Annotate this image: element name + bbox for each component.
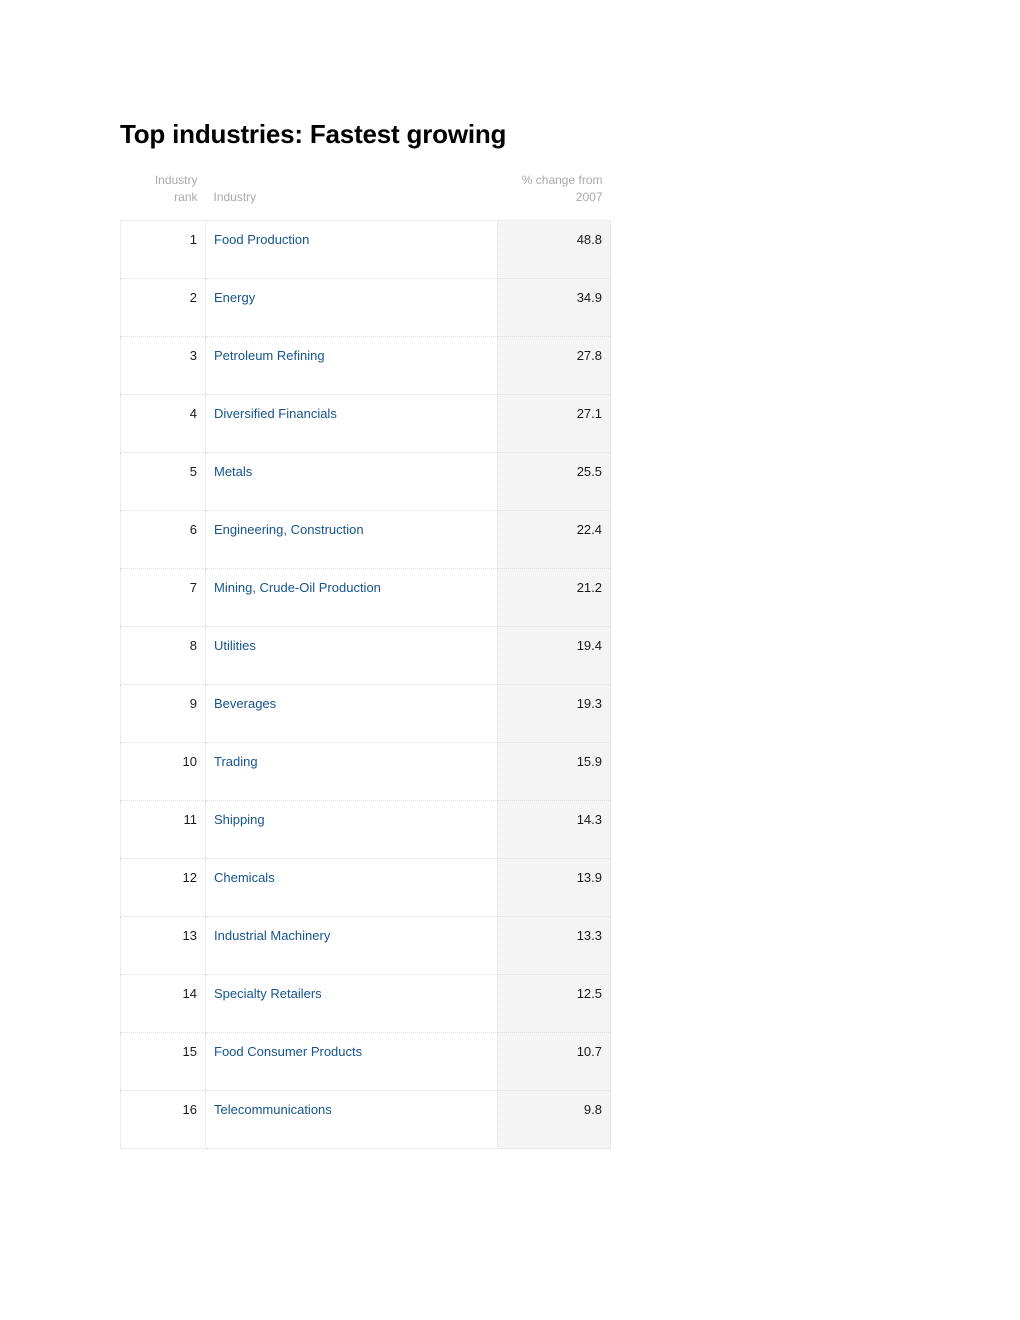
table-row: 7 Mining, Crude-Oil Production 21.2 [120, 568, 611, 627]
cell-percent-change: 15.9 [497, 742, 611, 801]
cell-percent-change: 14.3 [497, 800, 611, 859]
cell-percent-change: 12.5 [497, 974, 611, 1033]
cell-percent-change: 21.2 [497, 568, 611, 627]
cell-industry: Specialty Retailers [205, 974, 498, 1033]
cell-percent-change: 22.4 [497, 510, 611, 569]
industry-link[interactable]: Trading [214, 754, 258, 769]
industry-link[interactable]: Food Consumer Products [214, 1044, 362, 1059]
cell-industry-rank: 2 [120, 278, 206, 337]
cell-industry: Utilities [205, 626, 498, 685]
cell-industry: Diversified Financials [205, 394, 498, 453]
cell-industry-rank: 15 [120, 1032, 206, 1091]
column-header-percent-change: % change from 2007 [521, 173, 603, 204]
column-header-industry: Industry [213, 190, 257, 204]
industry-link[interactable]: Mining, Crude-Oil Production [214, 580, 381, 595]
cell-industry-rank: 11 [120, 800, 206, 859]
cell-industry-rank: 7 [120, 568, 206, 627]
industry-link[interactable]: Petroleum Refining [214, 348, 325, 363]
cell-industry-rank: 8 [120, 626, 206, 685]
table-row: 9 Beverages 19.3 [120, 684, 611, 743]
cell-percent-change: 19.4 [497, 626, 611, 685]
cell-industry-rank: 5 [120, 452, 206, 511]
table-row: 12 Chemicals 13.9 [120, 858, 611, 917]
cell-industry-rank: 16 [120, 1090, 206, 1149]
industry-link[interactable]: Specialty Retailers [214, 986, 322, 1001]
page-title: Top industries: Fastest growing [120, 119, 507, 149]
cell-percent-change: 19.3 [497, 684, 611, 743]
table-row: 1 Food Production 48.8 [120, 220, 611, 279]
content-container: Top industries: Fastest growing Industry… [120, 118, 620, 1149]
cell-percent-change: 25.5 [497, 452, 611, 511]
cell-industry: Trading [205, 742, 498, 801]
cell-industry: Industrial Machinery [205, 916, 498, 975]
cell-industry: Food Consumer Products [205, 1032, 498, 1091]
cell-percent-change: 27.8 [497, 336, 611, 395]
cell-industry: Beverages [205, 684, 498, 743]
cell-industry-rank: 1 [120, 220, 206, 279]
cell-percent-change: 13.9 [497, 858, 611, 917]
industry-link[interactable]: Utilities [214, 638, 256, 653]
cell-industry: Petroleum Refining [205, 336, 498, 395]
table-row: 4 Diversified Financials 27.1 [120, 394, 611, 453]
cell-industry-rank: 12 [120, 858, 206, 917]
table-body: 1 Food Production 48.8 2 Energy 34.9 3 Petroleu… [120, 220, 611, 1149]
cell-percent-change: 9.8 [497, 1090, 611, 1149]
table-row: 14 Specialty Retailers 12.5 [120, 974, 611, 1033]
cell-percent-change: 48.8 [497, 220, 611, 279]
table-row: 6 Engineering, Construction 22.4 [120, 510, 611, 569]
page-root: Top industries: Fastest growing Industry… [0, 0, 1020, 1320]
table-row: 10 Trading 15.9 [120, 742, 611, 801]
cell-industry: Food Production [205, 220, 498, 279]
table-row: 15 Food Consumer Products 10.7 [120, 1032, 611, 1091]
table-row: 2 Energy 34.9 [120, 278, 611, 337]
cell-percent-change: 27.1 [497, 394, 611, 453]
industry-link[interactable]: Diversified Financials [214, 406, 337, 421]
cell-industry: Shipping [205, 800, 498, 859]
cell-industry: Energy [205, 278, 498, 337]
table-row: 11 Shipping 14.3 [120, 800, 611, 859]
industry-link[interactable]: Metals [214, 464, 252, 479]
industry-link[interactable]: Engineering, Construction [214, 522, 364, 537]
cell-industry: Telecommunications [205, 1090, 498, 1149]
cell-industry: Metals [205, 452, 498, 511]
table-row: 8 Utilities 19.4 [120, 626, 611, 685]
industry-link[interactable]: Telecommunications [214, 1102, 332, 1117]
industry-link[interactable]: Chemicals [214, 870, 275, 885]
table-row: 13 Industrial Machinery 13.3 [120, 916, 611, 975]
cell-industry-rank: 14 [120, 974, 206, 1033]
cell-industry: Chemicals [205, 858, 498, 917]
industry-link[interactable]: Beverages [214, 696, 276, 711]
table-row: 5 Metals 25.5 [120, 452, 611, 511]
industry-link[interactable]: Shipping [214, 812, 265, 827]
cell-industry: Engineering, Construction [205, 510, 498, 569]
cell-percent-change: 13.3 [497, 916, 611, 975]
industry-link[interactable]: Industrial Machinery [214, 928, 330, 943]
cell-industry-rank: 10 [120, 742, 206, 801]
cell-industry-rank: 4 [120, 394, 206, 453]
table-header-row: Industry rank Industry % change from 200… [121, 172, 611, 221]
cell-percent-change: 34.9 [497, 278, 611, 337]
industry-link[interactable]: Food Production [214, 232, 309, 247]
cell-percent-change: 10.7 [497, 1032, 611, 1091]
cell-industry-rank: 3 [120, 336, 206, 395]
table-row: 16 Telecommunications 9.8 [120, 1090, 611, 1149]
table-row: 3 Petroleum Refining 27.8 [120, 336, 611, 395]
cell-industry-rank: 9 [120, 684, 206, 743]
top-industries-table: Industry rank Industry % change from 200… [120, 172, 611, 1149]
cell-industry-rank: 13 [120, 916, 206, 975]
industry-link[interactable]: Energy [214, 290, 255, 305]
cell-industry: Mining, Crude-Oil Production [205, 568, 498, 627]
column-header-industry-rank: Industry rank [154, 173, 198, 204]
cell-industry-rank: 6 [120, 510, 206, 569]
table-header: Industry rank Industry % change from 200… [121, 172, 611, 221]
